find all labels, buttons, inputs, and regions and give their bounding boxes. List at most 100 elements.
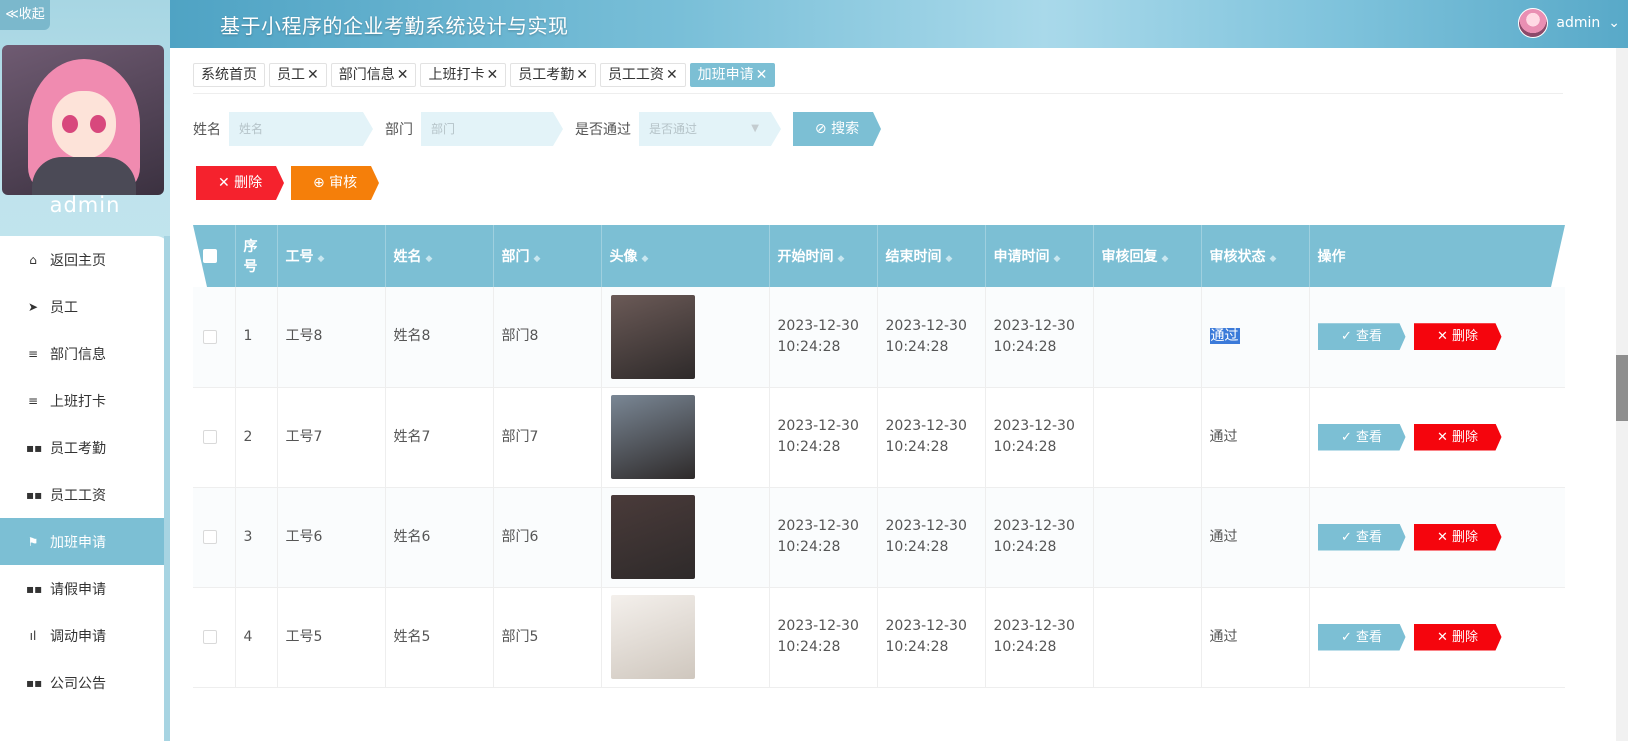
select-all-header bbox=[193, 225, 235, 287]
view-button[interactable]: ✓ 查看 bbox=[1318, 524, 1406, 551]
start-time: 2023-12-30 10:24:28 bbox=[769, 487, 878, 587]
sidebar-item-7[interactable]: ⚑ 加班申请 bbox=[0, 518, 170, 565]
apply-time: 2023-12-30 10:24:28 bbox=[985, 487, 1094, 587]
close-icon[interactable]: ✕ bbox=[666, 67, 678, 83]
employee-id: 工号5 bbox=[277, 587, 386, 687]
department: 部门8 bbox=[493, 287, 602, 387]
row-checkbox[interactable] bbox=[203, 430, 217, 444]
sidebar-item-2[interactable]: ➤ 员工 bbox=[0, 283, 170, 330]
column-header-label: 申请时间 bbox=[993, 249, 1050, 265]
sort-icon[interactable]: ◆ bbox=[318, 254, 325, 264]
employee-photo bbox=[610, 595, 695, 679]
column-header[interactable]: 姓名 ◆ bbox=[385, 225, 494, 287]
scrollbar-thumb[interactable] bbox=[1616, 355, 1628, 421]
pass-select[interactable]: 是否通过 ▼ bbox=[639, 112, 781, 146]
delete-button[interactable]: ✕ 删除 bbox=[1414, 424, 1502, 451]
view-button[interactable]: ✓ 查看 bbox=[1318, 624, 1406, 651]
sidebar-item-3[interactable]: ≡ 部门信息 bbox=[0, 330, 170, 377]
select-all-checkbox[interactable] bbox=[203, 249, 217, 263]
sidebar-item-label: 部门信息 bbox=[50, 346, 106, 363]
collapse-sidebar-button[interactable]: ≪收起 bbox=[0, 0, 50, 30]
tab-3[interactable]: 部门信息 ✕ bbox=[330, 63, 417, 87]
close-icon[interactable]: ✕ bbox=[307, 67, 319, 83]
row-checkbox[interactable] bbox=[203, 530, 217, 544]
row-checkbox[interactable] bbox=[203, 630, 217, 644]
column-header-label: 部门 bbox=[501, 249, 530, 265]
close-icon[interactable]: ✕ bbox=[756, 67, 768, 83]
column-header[interactable]: 工号 ◆ bbox=[277, 225, 386, 287]
column-header[interactable]: 审核回复 ◆ bbox=[1093, 225, 1202, 287]
sort-icon[interactable]: ◆ bbox=[946, 254, 953, 264]
view-button[interactable]: ✓ 查看 bbox=[1318, 323, 1406, 350]
pass-select-placeholder: 是否通过 bbox=[649, 122, 698, 136]
sort-icon[interactable]: ◆ bbox=[642, 254, 649, 264]
sort-icon[interactable]: ◆ bbox=[534, 254, 541, 264]
sort-icon[interactable]: ◆ bbox=[1270, 254, 1277, 264]
sidebar-item-label: 上班打卡 bbox=[50, 393, 106, 410]
user-menu[interactable]: admin ⌄ bbox=[1518, 8, 1620, 38]
tab-1[interactable]: 系统首页 bbox=[193, 63, 265, 87]
column-header-label: 序号 bbox=[243, 239, 258, 275]
start-time: 2023-12-30 10:24:28 bbox=[769, 587, 878, 687]
tab-4[interactable]: 上班打卡 ✕ bbox=[420, 63, 507, 87]
column-header[interactable]: 开始时间 ◆ bbox=[769, 225, 878, 287]
row-checkbox[interactable] bbox=[203, 329, 217, 344]
tab-6[interactable]: 员工工资 ✕ bbox=[599, 63, 686, 87]
sort-icon[interactable]: ◆ bbox=[426, 254, 433, 264]
column-header[interactable]: 头像 ◆ bbox=[601, 225, 770, 287]
sidebar-item-label: 返回主页 bbox=[50, 252, 106, 269]
table-header: 序号 工号 ◆ 姓名 ◆ 部门 ◆ 头像 ◆ 开始时间 ◆ 结束时间 ◆ 申请时间 ◆ 审核回复 ◆ 审核状态 ◆ 操… bbox=[193, 225, 1565, 287]
sidebar-item-1[interactable]: ⌂ 返回主页 bbox=[0, 236, 170, 283]
table-row: 2 工号7 姓名7 部门7 2023-12-30 10:24:28 2023-12-30 … bbox=[193, 387, 1565, 487]
audit-reply bbox=[1093, 387, 1202, 487]
sort-icon[interactable]: ◆ bbox=[1162, 254, 1169, 264]
sidebar-item-4[interactable]: ≡ 上班打卡 bbox=[0, 377, 170, 424]
column-header-label: 姓名 bbox=[393, 249, 422, 265]
audit-reply bbox=[1093, 587, 1202, 687]
sidebar-item-10[interactable]: ▪▪ 公司公告 bbox=[0, 659, 170, 706]
sidebar-item-9[interactable]: ıl 调动申请 bbox=[0, 612, 170, 659]
column-header: 序号 bbox=[235, 225, 278, 287]
sidebar-item-8[interactable]: ▪▪ 请假申请 bbox=[0, 565, 170, 612]
row-number: 1 bbox=[235, 287, 278, 387]
view-button[interactable]: ✓ 查看 bbox=[1318, 424, 1406, 451]
search-bar: 姓名 姓名 部门 部门 是否通过 是否通过 ▼ ⊘ 搜索 bbox=[193, 112, 881, 146]
column-header[interactable]: 审核状态 ◆ bbox=[1201, 225, 1310, 287]
tab-2[interactable]: 员工 ✕ bbox=[269, 63, 327, 87]
column-header[interactable]: 结束时间 ◆ bbox=[877, 225, 986, 287]
row-actions: ✓ 查看 ✕ 删除 bbox=[1309, 387, 1565, 487]
tab-5[interactable]: 员工考勤 ✕ bbox=[510, 63, 596, 87]
column-header-label: 审核回复 bbox=[1101, 249, 1158, 265]
apply-time: 2023-12-30 10:24:28 bbox=[985, 587, 1094, 687]
audit-reply bbox=[1093, 287, 1202, 387]
list-icon: ≡ bbox=[27, 346, 39, 361]
sort-icon[interactable]: ◆ bbox=[1054, 254, 1061, 264]
column-header[interactable]: 部门 ◆ bbox=[493, 225, 602, 287]
column-header: 操作 bbox=[1309, 225, 1565, 287]
user-name: admin bbox=[1556, 15, 1601, 31]
delete-button[interactable]: ✕ 删除 bbox=[1414, 524, 1502, 551]
close-icon[interactable]: ✕ bbox=[576, 67, 588, 83]
grid-icon: ▪▪ bbox=[26, 581, 43, 596]
close-icon[interactable]: ✕ bbox=[397, 67, 409, 83]
sidebar-item-5[interactable]: ▪▪ 员工考勤 bbox=[0, 424, 170, 471]
close-icon[interactable]: ✕ bbox=[486, 67, 498, 83]
column-header[interactable]: 申请时间 ◆ bbox=[985, 225, 1094, 287]
batch-delete-button[interactable]: ✕ 删除 bbox=[196, 166, 284, 200]
tab-bar: 系统首页 员工 ✕ 部门信息 ✕ 上班打卡 ✕ 员工考勤 ✕ 员工工资 ✕ 加班申请 ✕ bbox=[193, 63, 776, 87]
delete-button[interactable]: ✕ 删除 bbox=[1414, 323, 1502, 350]
avatar-cell bbox=[601, 387, 770, 487]
sort-icon[interactable]: ◆ bbox=[838, 254, 845, 264]
delete-button[interactable]: ✕ 删除 bbox=[1414, 624, 1502, 651]
search-button[interactable]: ⊘ 搜索 bbox=[793, 112, 881, 146]
column-header-label: 开始时间 bbox=[777, 249, 834, 265]
avatar-body bbox=[32, 157, 136, 195]
name-search-input[interactable]: 姓名 bbox=[229, 112, 373, 146]
sidebar-item-6[interactable]: ▪▪ 员工工资 bbox=[0, 471, 170, 518]
flag-icon: ⚑ bbox=[27, 534, 39, 549]
audit-status: 通过 bbox=[1201, 487, 1310, 587]
dept-search-input[interactable]: 部门 bbox=[421, 112, 563, 146]
sidebar-item-label: 请假申请 bbox=[50, 581, 106, 598]
audit-button[interactable]: ⊕ 审核 bbox=[291, 166, 379, 200]
tab-7[interactable]: 加班申请 ✕ bbox=[689, 63, 776, 87]
